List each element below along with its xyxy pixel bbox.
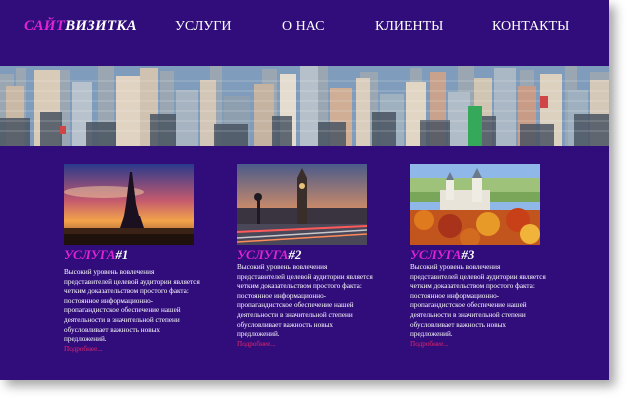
service-2-description-block: Высокий уровень вовлечения представителе… <box>237 263 377 349</box>
service-2-image[interactable] <box>237 164 367 245</box>
service-3-title-part-2: #3 <box>461 247 475 262</box>
city-skyline-banner <box>0 66 609 146</box>
service-2-more-link[interactable]: Подробнее... <box>237 340 377 350</box>
service-3-description-block: Высокий уровень вовлечения представителе… <box>410 263 550 349</box>
site-logo[interactable]: САЙТВИЗИТКА <box>24 18 137 35</box>
logo-part-2: ВИЗИТКА <box>65 18 137 34</box>
service-1-more-link[interactable]: Подробнее... <box>64 345 204 355</box>
city-skyline-image <box>0 66 609 146</box>
nav-link-about[interactable]: О НАС <box>282 19 324 35</box>
service-2-title-part-2: #2 <box>288 247 302 262</box>
service-2-title: УСЛУГА#2 <box>237 247 301 263</box>
top-navigation: САЙТВИЗИТКА УСЛУГИ О НАС КЛИЕНТЫ КОНТАКТ… <box>0 0 609 66</box>
service-1-title-part-2: #1 <box>115 247 129 262</box>
service-3-title: УСЛУГА#3 <box>410 247 474 263</box>
castle-image <box>410 164 540 245</box>
service-1-title-part-1: УСЛУГА <box>64 247 116 262</box>
nav-link-clients[interactable]: КЛИЕНТЫ <box>375 19 443 35</box>
service-3-more-link[interactable]: Подробнее... <box>410 340 550 350</box>
service-3-title-part-1: УСЛУГА <box>410 247 462 262</box>
service-3-description: Высокий уровень вовлечения представителе… <box>410 263 546 339</box>
nav-link-services[interactable]: УСЛУГИ <box>175 19 232 35</box>
service-1-description-block: Высокий уровень вовлечения представителе… <box>64 268 204 354</box>
eiffel-tower-image <box>64 164 194 245</box>
service-1-image[interactable] <box>64 164 194 245</box>
big-ben-image <box>237 164 367 245</box>
nav-link-contacts[interactable]: КОНТАКТЫ <box>492 19 569 35</box>
service-1-title: УСЛУГА#1 <box>64 247 128 263</box>
site-page: САЙТВИЗИТКА УСЛУГИ О НАС КЛИЕНТЫ КОНТАКТ… <box>0 0 609 380</box>
service-1-description: Высокий уровень вовлечения представителе… <box>64 268 200 344</box>
service-2-title-part-1: УСЛУГА <box>237 247 289 262</box>
service-2-description: Высокий уровень вовлечения представителе… <box>237 263 373 339</box>
logo-part-1: САЙТ <box>24 18 66 34</box>
service-3-image[interactable] <box>410 164 540 245</box>
